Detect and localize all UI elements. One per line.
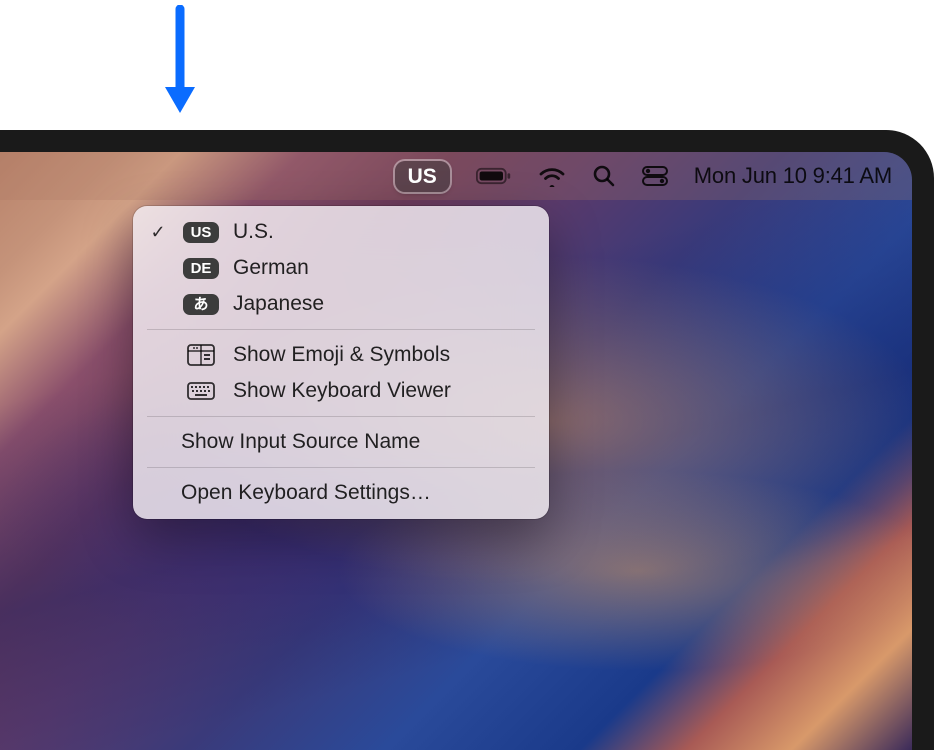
device-bezel: US xyxy=(0,130,934,750)
lang-badge-us: US xyxy=(183,222,220,243)
screen: US xyxy=(0,152,912,750)
menu-open-keyboard-settings[interactable]: Open Keyboard Settings… xyxy=(133,475,549,511)
keyboard-icon xyxy=(181,380,221,402)
menu-item-label: German xyxy=(233,256,531,280)
menu-separator xyxy=(147,329,535,330)
spotlight-icon[interactable] xyxy=(592,152,616,200)
callout-arrow xyxy=(160,5,200,120)
control-center-icon[interactable] xyxy=(642,152,668,200)
input-source-menu-button[interactable]: US xyxy=(395,152,450,200)
wifi-icon[interactable] xyxy=(538,152,566,200)
battery-icon[interactable] xyxy=(476,152,512,200)
lang-badge-jp: あ xyxy=(183,294,219,315)
input-source-dropdown: ✓ US U.S. DE German あ Japanese xyxy=(133,206,549,519)
lang-badge-de: DE xyxy=(183,258,220,279)
menu-item-label: U.S. xyxy=(233,220,531,244)
menu-item-label: Show Keyboard Viewer xyxy=(233,379,531,403)
menu-item-label: Japanese xyxy=(233,292,531,316)
menu-show-emoji[interactable]: Show Emoji & Symbols xyxy=(133,337,549,373)
menu-item-label: Show Emoji & Symbols xyxy=(233,343,531,367)
menu-show-keyboard-viewer[interactable]: Show Keyboard Viewer xyxy=(133,373,549,409)
emoji-panel-icon xyxy=(181,344,221,366)
menubar-datetime[interactable]: Mon Jun 10 9:41 AM xyxy=(694,152,892,200)
menu-item-label: Show Input Source Name xyxy=(147,430,531,454)
menu-separator xyxy=(147,467,535,468)
menu-separator xyxy=(147,416,535,417)
input-source-badge: US xyxy=(395,161,450,192)
menubar: US xyxy=(0,152,912,200)
menu-show-input-source-name[interactable]: Show Input Source Name xyxy=(133,424,549,460)
input-source-item-japanese[interactable]: あ Japanese xyxy=(133,286,549,322)
input-source-item-german[interactable]: DE German xyxy=(133,250,549,286)
checkmark-icon: ✓ xyxy=(150,222,165,243)
input-source-item-us[interactable]: ✓ US U.S. xyxy=(133,214,549,250)
menu-item-label: Open Keyboard Settings… xyxy=(147,481,531,505)
